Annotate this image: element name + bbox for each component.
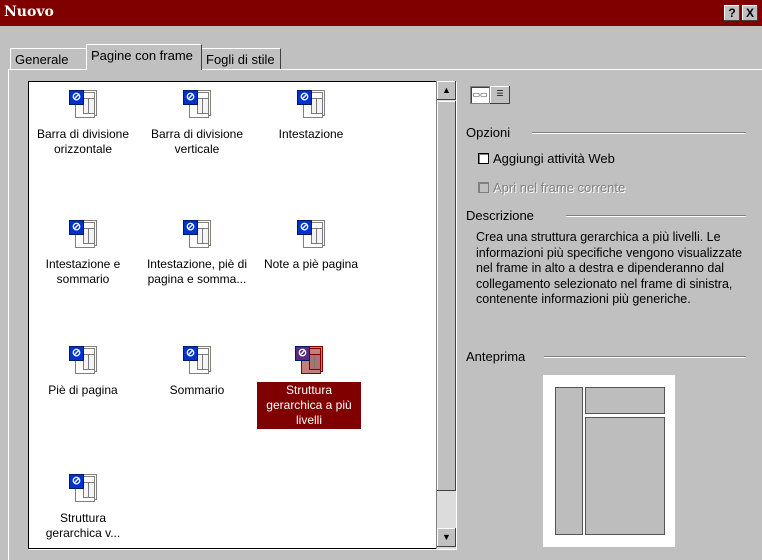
tab-generale[interactable]: Generale [10, 48, 87, 69]
template-item[interactable]: ⊘ Piè di pagina [29, 344, 137, 399]
template-label: Barra di divisione orizzontale [36, 127, 130, 156]
arrow-down-icon[interactable]: ▼ [437, 528, 456, 547]
scroll-thumb[interactable] [437, 101, 456, 491]
tab-fogli-di-stile[interactable]: Fogli di stile [201, 48, 281, 69]
template-label: Piè di pagina [48, 383, 118, 397]
options-divider [532, 132, 746, 134]
template-item[interactable]: ⊘ Barra di divisione verticale [143, 88, 251, 158]
template-item[interactable]: ⊘ Barra di divisione orizzontale [29, 88, 137, 158]
description-text: Crea una struttura gerarchica a più live… [476, 230, 743, 306]
frame-template-icon: ⊘ [181, 88, 213, 120]
title-bar: Nuovo ? X [0, 0, 762, 26]
frame-template-icon: ⊘ [67, 88, 99, 120]
frame-template-icon: ⊘ [181, 344, 213, 376]
frame-template-icon: ⊘ [67, 218, 99, 250]
open-in-current-frame-checkbox: Apri nel frame corrente [478, 180, 625, 195]
preview-top-right-frame [585, 387, 665, 414]
template-label: Sommario [169, 383, 225, 397]
description-divider [566, 215, 746, 217]
template-label: Intestazione, piè di pagina e somma... [146, 257, 248, 286]
list-view-icon[interactable]: ☰ [490, 86, 510, 104]
template-list[interactable]: ⊘ Barra di divisione orizzontale ⊘ Barra … [28, 81, 456, 549]
template-item[interactable]: ⊘ Intestazione e sommario [29, 218, 137, 288]
frame-template-icon: ⊘ [181, 218, 213, 250]
arrow-up-icon[interactable]: ▲ [437, 81, 456, 100]
window-title: Nuovo [4, 4, 54, 20]
template-label: Struttura gerarchica a più livelli [257, 382, 361, 429]
template-item-selected[interactable]: ⊘ Struttura gerarchica a più livelli [255, 344, 363, 429]
template-item[interactable]: ⊘ Intestazione [257, 88, 365, 143]
preview-bottom-right-frame [585, 417, 665, 535]
template-label: Intestazione [278, 127, 344, 141]
template-item[interactable]: ⊘ Sommario [143, 344, 251, 399]
help-button[interactable]: ? [724, 5, 740, 21]
add-web-tasks-checkbox[interactable]: Aggiungi attività Web [478, 151, 615, 166]
template-item[interactable]: ⊘ Struttura gerarchica v... [29, 472, 137, 542]
preview-left-frame [555, 387, 583, 535]
large-icons-view-icon[interactable]: ▭▭ [470, 86, 490, 104]
checkbox-label: Apri nel frame corrente [493, 180, 626, 195]
tab-pagine-con-frame[interactable]: Pagine con frame [86, 44, 202, 70]
vertical-scrollbar[interactable]: ▲ ▼ [436, 81, 456, 549]
template-item[interactable]: ⊘ Note a piè pagina [257, 218, 365, 273]
preview-image [543, 375, 675, 547]
frame-template-icon: ⊘ [67, 344, 99, 376]
preview-heading: Anteprima [466, 349, 526, 364]
template-label: Struttura gerarchica v... [45, 511, 121, 540]
close-button[interactable]: X [742, 5, 758, 21]
options-heading: Opzioni [466, 125, 511, 140]
template-item[interactable]: ⊘ Intestazione, piè di pagina e somma... [143, 218, 251, 288]
frame-template-icon: ⊘ [295, 88, 327, 120]
frame-template-icon: ⊘ [293, 344, 325, 376]
template-label: Intestazione e sommario [45, 257, 121, 286]
preview-divider [544, 356, 746, 358]
frame-template-icon: ⊘ [295, 218, 327, 250]
checkbox-label: Aggiungi attività Web [493, 151, 615, 166]
frame-template-icon: ⊘ [67, 472, 99, 504]
checkbox-box [478, 182, 489, 193]
checkbox-box[interactable] [478, 153, 489, 164]
template-label: Note a piè pagina [263, 257, 359, 271]
template-label: Barra di divisione verticale [150, 127, 244, 156]
description-heading: Descrizione [466, 208, 534, 223]
